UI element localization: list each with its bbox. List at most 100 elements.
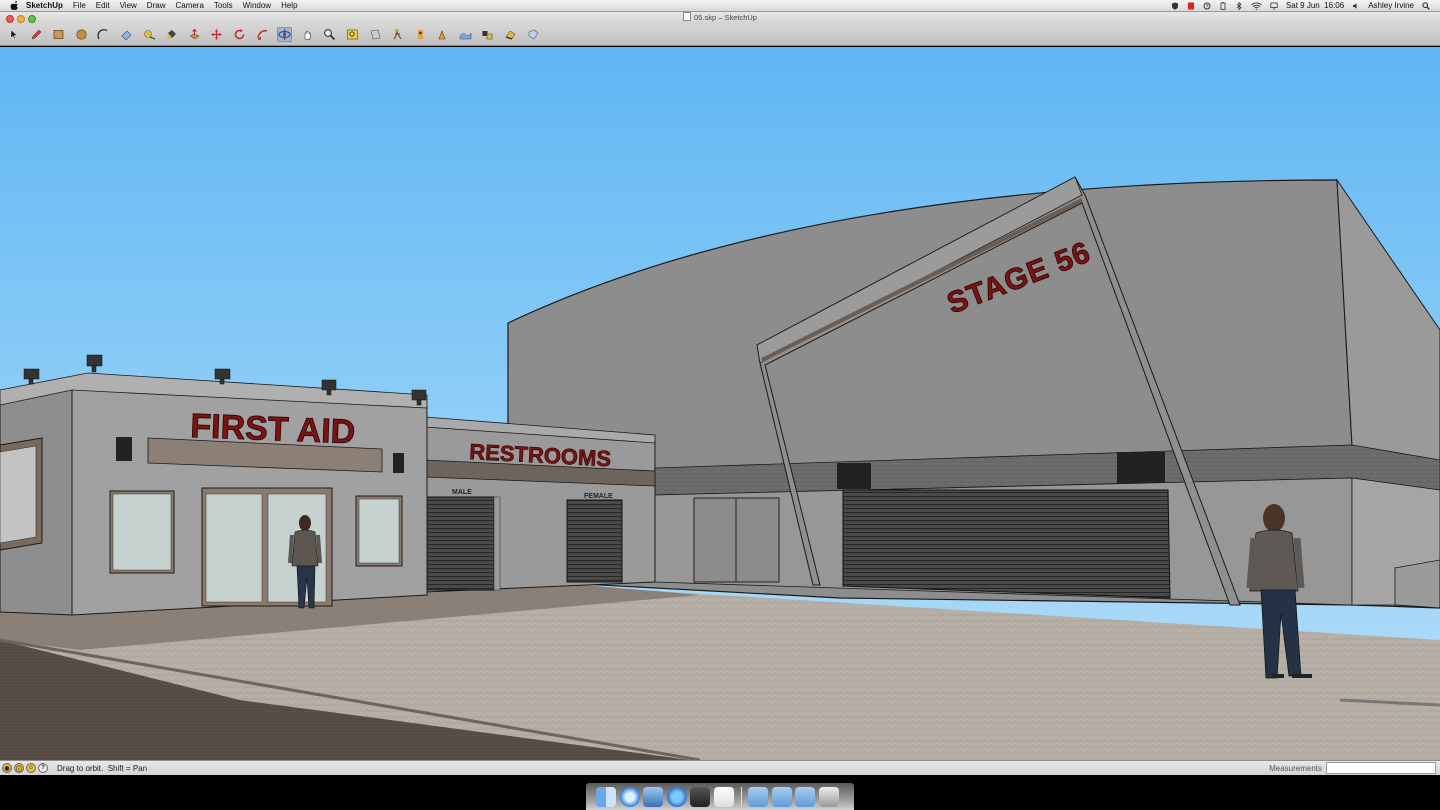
- tape-measure-tool-button[interactable]: [142, 27, 157, 42]
- eraser-icon: [121, 30, 132, 41]
- zoom-extents-tool-button[interactable]: [345, 27, 360, 42]
- male-restroom-shutter: [423, 496, 495, 591]
- window-title: 05.skp – SketchUp: [694, 13, 757, 22]
- volume-icon[interactable]: [1352, 2, 1360, 10]
- credits-icon[interactable]: ⓘ: [14, 763, 24, 773]
- eraser-tool-button[interactable]: [119, 27, 134, 42]
- position-camera-tool-button[interactable]: [435, 27, 450, 42]
- bluetooth-icon[interactable]: [1235, 1, 1243, 10]
- menubar-clock[interactable]: Sat 9 Jun 16:06: [1286, 1, 1344, 10]
- user-account-icon[interactable]: ☺: [26, 763, 36, 773]
- follow-me-tool-button[interactable]: [255, 27, 270, 42]
- applications-folder-icon[interactable]: [748, 786, 768, 807]
- styles-icon: [528, 29, 539, 40]
- position-camera-icon: [438, 30, 446, 40]
- trash-icon[interactable]: [818, 786, 839, 807]
- measurements-input[interactable]: [1326, 762, 1436, 774]
- menu-view[interactable]: View: [120, 1, 137, 10]
- rotate-icon: [234, 29, 245, 40]
- push-pull-icon: [189, 28, 200, 40]
- zoom-extents-icon: [347, 29, 358, 40]
- status-hint: Drag to orbit. Shift = Pan: [57, 763, 148, 773]
- shield-icon[interactable]: [1171, 2, 1179, 10]
- shadows-icon: [505, 30, 516, 40]
- rectangle-tool-button[interactable]: [51, 27, 66, 42]
- minimize-window-button[interactable]: [17, 15, 25, 23]
- orbit-tool-button[interactable]: [277, 27, 293, 42]
- document-icon: [683, 12, 692, 21]
- close-window-button[interactable]: [6, 15, 14, 23]
- male-sign: MALE: [452, 489, 472, 496]
- display-icon[interactable]: [1270, 2, 1278, 10]
- select-icon: [10, 29, 18, 40]
- zoom-icon: [324, 29, 336, 41]
- paint-bucket-icon: [167, 30, 177, 39]
- main-toolbar: [0, 24, 1440, 46]
- menu-app-name[interactable]: SketchUp: [26, 1, 63, 10]
- window-titlebar: 05.skp – SketchUp: [0, 12, 1440, 24]
- tape-measure-icon: [143, 30, 155, 40]
- drawing-viewport[interactable]: STAGE 56 RESTROOMS MALE FEMALE FIRST AID: [0, 47, 1440, 760]
- menu-help[interactable]: Help: [281, 1, 297, 10]
- orbit-icon: [278, 29, 291, 40]
- documents-folder-icon[interactable]: [771, 786, 792, 807]
- follow-me-icon: [256, 30, 267, 40]
- time-machine-icon[interactable]: [1203, 2, 1211, 10]
- stage-roller-shutter: [842, 489, 1171, 599]
- move-tool-button[interactable]: [209, 27, 224, 42]
- geo-location-icon[interactable]: ◉: [2, 763, 12, 773]
- itunes-icon[interactable]: [666, 786, 687, 807]
- components-tool-button[interactable]: [480, 27, 495, 42]
- stage-vent-right: [1117, 452, 1165, 483]
- menu-camera[interactable]: Camera: [175, 1, 203, 10]
- safari-icon[interactable]: [619, 786, 640, 807]
- apple-menu-icon[interactable]: [10, 1, 20, 10]
- photo-booth-icon[interactable]: [690, 786, 710, 807]
- shadows-tool-button[interactable]: [503, 27, 518, 42]
- select-tool-button[interactable]: [6, 27, 21, 42]
- help-icon[interactable]: ?: [38, 763, 48, 773]
- spotlight-icon[interactable]: [1422, 1, 1430, 10]
- zoom-window-button[interactable]: [28, 15, 36, 23]
- flag-icon[interactable]: [1187, 2, 1195, 10]
- circle-tool-button[interactable]: [74, 27, 89, 42]
- push-pull-tool-button[interactable]: [187, 27, 202, 42]
- battery-icon[interactable]: [1219, 1, 1227, 10]
- female-restroom-shutter: [566, 499, 623, 583]
- downloads-folder-icon[interactable]: [795, 786, 815, 807]
- sandbox-tool-button[interactable]: [458, 27, 473, 42]
- components-icon: [482, 31, 493, 40]
- circle-icon: [76, 29, 87, 40]
- status-bar: ◉ ⓘ ☺ ? Drag to orbit. Shift = Pan Measu…: [0, 760, 1440, 775]
- wifi-icon[interactable]: [1251, 1, 1262, 10]
- styles-tool-button[interactable]: [526, 27, 541, 42]
- pencil-tool-button[interactable]: [29, 27, 44, 42]
- finder-icon[interactable]: [596, 786, 616, 807]
- menubar-user[interactable]: Ashley Irvine: [1368, 1, 1414, 10]
- measurements-label: Measurements: [1269, 763, 1322, 773]
- arc-icon: [97, 29, 108, 40]
- menu-window[interactable]: Window: [243, 1, 271, 10]
- menu-tools[interactable]: Tools: [214, 1, 233, 10]
- first-aid-vent-right: [393, 453, 404, 473]
- pencil-icon: [31, 29, 41, 40]
- walk-icon: [393, 29, 402, 40]
- section-plane-tool-button[interactable]: [368, 27, 383, 42]
- walk-tool-button[interactable]: [390, 27, 405, 42]
- textedit-icon[interactable]: [713, 786, 734, 807]
- stage-vent-left: [837, 463, 871, 489]
- rotate-tool-button[interactable]: [232, 27, 247, 42]
- pan-tool-button[interactable]: [300, 27, 315, 42]
- dock-separator: [741, 786, 742, 807]
- preview-icon[interactable]: [643, 786, 663, 807]
- section-plane-icon: [370, 29, 380, 40]
- arc-tool-button[interactable]: [96, 27, 111, 42]
- menu-edit[interactable]: Edit: [96, 1, 110, 10]
- look-around-tool-button[interactable]: [413, 27, 428, 42]
- zoom-tool-button[interactable]: [322, 27, 337, 42]
- menu-file[interactable]: File: [73, 1, 86, 10]
- menu-draw[interactable]: Draw: [147, 1, 166, 10]
- first-aid-vent-left: [116, 437, 132, 461]
- rectangle-icon: [53, 30, 64, 39]
- paint-bucket-tool-button[interactable]: [164, 27, 179, 42]
